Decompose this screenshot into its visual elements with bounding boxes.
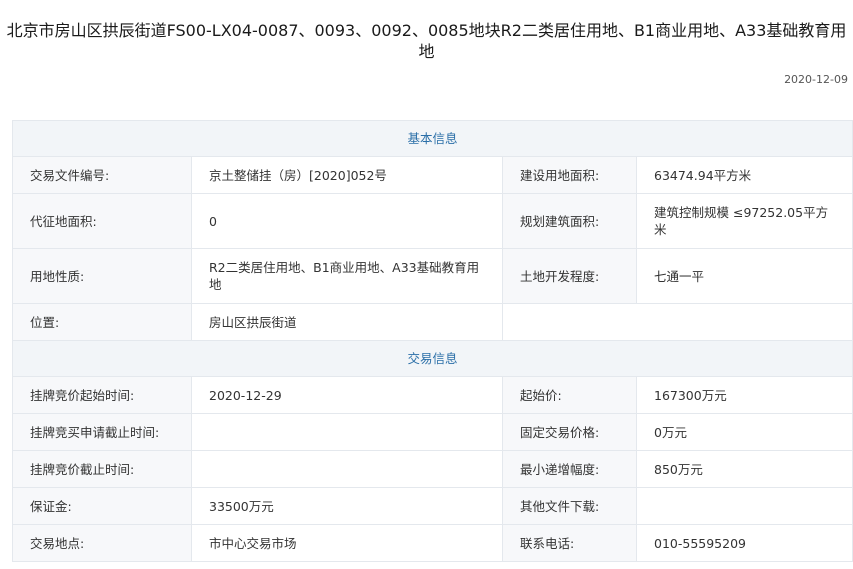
bid-deadline-label: 挂牌竞价截止时间: xyxy=(12,450,192,488)
place-value: 市中心交易市场 xyxy=(191,524,503,562)
table-row: 挂牌竞价截止时间: 最小递增幅度: 850万元 xyxy=(12,450,853,488)
location-label: 位置: xyxy=(12,303,192,341)
land-use-label: 用地性质: xyxy=(12,248,192,304)
start-price-value: 167300万元 xyxy=(635,376,853,414)
phone-value: 010-55595209 xyxy=(635,524,853,562)
start-time-label: 挂牌竞价起始时间: xyxy=(12,376,192,414)
min-increment-label: 最小递增幅度: xyxy=(502,450,637,488)
page-title-line2: 地 xyxy=(418,42,435,61)
section-header-basic: 基本信息 xyxy=(11,120,853,157)
build-area-value: 63474.94平方米 xyxy=(635,156,853,194)
land-use-value: R2二类居住用地、B1商业用地、A33基础教育用地 xyxy=(191,248,503,304)
publish-date: 2020-12-09 xyxy=(784,73,848,86)
page-title: 北京市房山区拱辰街道FS00-LX04-0087、0093、0092、0085地… xyxy=(0,20,853,62)
start-price-label: 起始价: xyxy=(502,376,637,414)
table-row: 挂牌竞价起始时间: 2020-12-29 起始价: 167300万元 xyxy=(12,376,853,414)
section-title-trade: 交易信息 xyxy=(11,340,853,377)
build-area-label: 建设用地面积: xyxy=(502,156,637,194)
apply-deadline-value xyxy=(191,413,503,451)
table-row: 位置: 房山区拱辰街道 xyxy=(12,303,853,341)
empty-cell xyxy=(501,303,853,341)
table-row: 保证金: 33500万元 其他文件下载: xyxy=(12,487,853,525)
apply-deadline-label: 挂牌竞买申请截止时间: xyxy=(12,413,192,451)
table-row: 代征地面积: 0 规划建筑面积: 建筑控制规模 ≤97252.05平方米 xyxy=(12,193,853,249)
section-header-trade: 交易信息 xyxy=(11,340,853,377)
table-row: 用地性质: R2二类居住用地、B1商业用地、A33基础教育用地 土地开发程度: … xyxy=(12,248,853,304)
start-time-value: 2020-12-29 xyxy=(191,376,503,414)
other-files-value[interactable] xyxy=(635,487,853,525)
table-row: 挂牌竞买申请截止时间: 固定交易价格: 0万元 xyxy=(12,413,853,451)
file-no-label: 交易文件编号: xyxy=(12,156,192,194)
place-label: 交易地点: xyxy=(12,524,192,562)
page-title-line1: 北京市房山区拱辰街道FS00-LX04-0087、0093、0092、0085地… xyxy=(6,21,847,40)
table-row: 交易地点: 市中心交易市场 联系电话: 010-55595209 xyxy=(12,524,853,562)
location-value: 房山区拱辰街道 xyxy=(191,303,503,341)
phone-label: 联系电话: xyxy=(502,524,637,562)
table-row: 交易文件编号: 京土整储挂（房）[2020]052号 建设用地面积: 63474… xyxy=(12,156,853,194)
deposit-label: 保证金: xyxy=(12,487,192,525)
plan-area-label: 规划建筑面积: xyxy=(502,193,637,249)
plan-area-value: 建筑控制规模 ≤97252.05平方米 xyxy=(635,193,853,249)
collect-area-label: 代征地面积: xyxy=(12,193,192,249)
dev-level-value: 七通一平 xyxy=(635,248,853,304)
dev-level-label: 土地开发程度: xyxy=(502,248,637,304)
other-files-label: 其他文件下载: xyxy=(502,487,637,525)
file-no-value: 京土整储挂（房）[2020]052号 xyxy=(191,156,503,194)
section-title-basic: 基本信息 xyxy=(11,120,853,157)
bid-deadline-value xyxy=(191,450,503,488)
fixed-price-label: 固定交易价格: xyxy=(502,413,637,451)
min-increment-value: 850万元 xyxy=(635,450,853,488)
fixed-price-value: 0万元 xyxy=(635,413,853,451)
land-info-table: 基本信息 交易文件编号: 京土整储挂（房）[2020]052号 建设用地面积: … xyxy=(11,120,853,562)
collect-area-value: 0 xyxy=(191,193,503,249)
deposit-value: 33500万元 xyxy=(191,487,503,525)
